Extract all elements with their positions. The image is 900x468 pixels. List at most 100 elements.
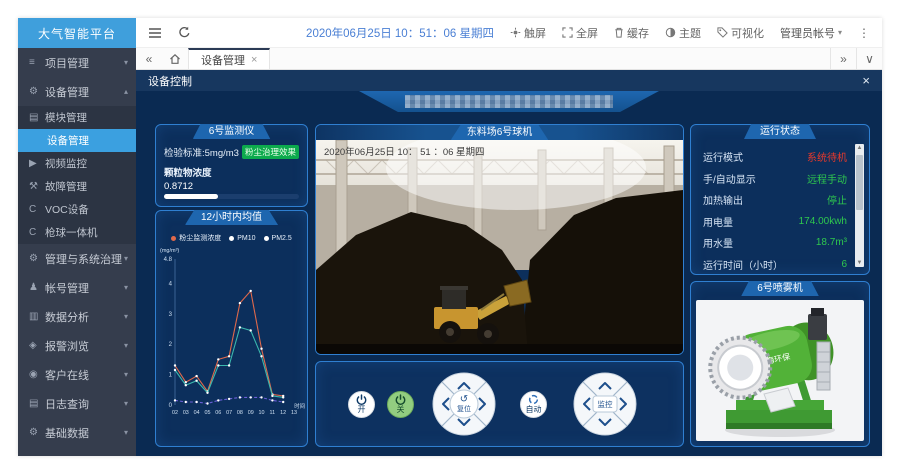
sidebar-item-gun-ball-camera[interactable]: C 枪球一体机 (18, 221, 136, 244)
visualization-button[interactable]: 可视化 (717, 25, 764, 41)
account-name: 管理员帐号 (780, 25, 835, 41)
auto-button[interactable]: 自动 (520, 391, 547, 418)
grid-icon: ▤ (29, 112, 45, 123)
tab-device-mgmt[interactable]: 设备管理 × (188, 48, 270, 69)
home-icon[interactable] (162, 48, 188, 69)
chevron-down-icon: ▾ (124, 428, 128, 437)
more-menu-icon[interactable]: ⋮ (858, 26, 870, 40)
sidebar: 大气智能平台 ≡ 项目管理 ▾ ⚙ 设备管理 ▴ ▤ 模块管理 设备管理 ▶ 视… (18, 18, 136, 456)
legend-dot (229, 236, 234, 241)
sidebar-item-device-mgmt-selected[interactable]: 设备管理 (18, 129, 136, 152)
status-value: 系统待机 (807, 149, 847, 164)
sidebar-item-project-mgmt[interactable]: ≡ 项目管理 ▾ (18, 48, 136, 77)
standard-label: 检验标准:5mg/m3 (164, 145, 239, 159)
touch-screen-button[interactable]: 触屏 (510, 25, 546, 41)
reset-button[interactable]: ↺ 复位 (450, 390, 478, 418)
power-off-button[interactable]: 关 (387, 391, 414, 418)
tabs-back-icon[interactable]: « (136, 48, 162, 69)
cache-button[interactable]: 缓存 (614, 25, 649, 41)
svg-text:04: 04 (194, 410, 200, 416)
chevron-up-icon: ▴ (124, 87, 128, 96)
svg-text:12: 12 (280, 410, 286, 416)
status-row: 运行模式 系统待机 (703, 146, 847, 168)
scroll-down-icon[interactable]: ▼ (855, 259, 864, 267)
status-row: 加热输出 停止 (703, 189, 847, 211)
theme-button[interactable]: 主题 (665, 25, 701, 41)
scrollbar-thumb[interactable] (856, 155, 863, 210)
scroll-up-icon[interactable]: ▲ (855, 144, 864, 152)
page: 大气智能平台 ≡ 项目管理 ▾ ⚙ 设备管理 ▴ ▤ 模块管理 设备管理 ▶ 视… (0, 0, 900, 468)
tabs-collapse-icon[interactable]: ∨ (856, 48, 882, 69)
rotate-ccw-icon: ↺ (460, 395, 468, 405)
sidebar-item-label: 项目管理 (45, 55, 124, 71)
sidebar-item-module-mgmt[interactable]: ▤ 模块管理 (18, 106, 136, 129)
svg-text:4: 4 (169, 281, 173, 287)
censored-title-banner (359, 91, 659, 112)
svg-text:2: 2 (169, 342, 173, 348)
users-icon: ♟ (29, 282, 45, 293)
scrollbar[interactable]: ▲ ▼ (855, 144, 864, 267)
sidebar-item-basic-data[interactable]: ⚙ 基础数据 ▾ (18, 418, 136, 447)
sidebar-item-label: 模块管理 (45, 110, 128, 125)
legend-label: PM10 (237, 235, 255, 242)
sidebar-item-data-analysis[interactable]: ▥ 数据分析 ▾ (18, 302, 136, 331)
close-icon[interactable]: × (862, 73, 870, 88)
status-label: 加热输出 (703, 192, 743, 207)
power-on-button[interactable]: 开 (348, 391, 375, 418)
svg-text:(mg/m³): (mg/m³) (160, 248, 179, 254)
account-menu[interactable]: 管理员帐号 ▾ (780, 25, 842, 41)
cache-label: 缓存 (627, 25, 649, 41)
spray-machine-photo: 蓝海环保 (696, 300, 864, 441)
sidebar-item-label: 帐号管理 (45, 280, 124, 296)
sidebar-submenu: ▤ 模块管理 设备管理 ▶ 视频监控 ⚒ 故障管理 C VOC设备 C 枪球一体… (18, 106, 136, 244)
sidebar-item-label: 基础数据 (45, 425, 124, 441)
sidebar-item-video-monitor[interactable]: ▶ 视频监控 (18, 152, 136, 175)
tab-label: 设备管理 (201, 52, 245, 68)
gear-icon: ⚙ (29, 427, 45, 438)
status-value: 174.00kwh (799, 216, 847, 227)
power-on-label: 开 (358, 406, 366, 414)
sidebar-item-label: 日志查询 (45, 396, 124, 412)
chevron-down-icon: ▾ (124, 312, 128, 321)
datetime-display: 2020年06月25日 10：51：06 星期四 (306, 25, 494, 41)
svg-text:02: 02 (172, 410, 178, 416)
progress-fill (164, 194, 218, 199)
sidebar-item-voc-device[interactable]: C VOC设备 (18, 198, 136, 221)
visualization-label: 可视化 (731, 25, 764, 41)
sidebar-item-customer-online[interactable]: ◉ 客户在线 ▾ (18, 360, 136, 389)
tab-close-icon[interactable]: × (251, 54, 257, 66)
tabs-forward-icon[interactable]: » (830, 48, 856, 69)
svg-text:07: 07 (226, 410, 232, 416)
sidebar-item-system-governance[interactable]: ⚙ 管理与系统治理 ▾ (18, 244, 136, 273)
sidebar-item-alarm-browse[interactable]: ◈ 报警浏览 ▾ (18, 331, 136, 360)
sidebar-item-fault-mgmt[interactable]: ⚒ 故障管理 (18, 175, 136, 198)
status-row: 用水量 18.7m³ (703, 232, 847, 254)
svg-text:3: 3 (169, 312, 173, 318)
legend-dot (171, 236, 176, 241)
status-label: 用电量 (703, 214, 733, 229)
chart-legend: 粉尘监测浓度 PM10 PM2.5 (156, 233, 307, 243)
auto-cycle-icon (528, 394, 539, 405)
refresh-icon[interactable] (178, 26, 191, 39)
chevron-down-icon: ▾ (124, 283, 128, 292)
monitor-label: 监控 (598, 401, 613, 409)
chevron-down-icon: ▾ (124, 370, 128, 379)
fullscreen-button[interactable]: 全屏 (562, 25, 598, 41)
sidebar-item-label: VOC设备 (45, 202, 128, 217)
globe-icon: ◉ (29, 369, 45, 380)
sidebar-item-account-mgmt[interactable]: ♟ 帐号管理 ▾ (18, 273, 136, 302)
sidebar-toggle-icon[interactable] (148, 27, 162, 39)
video-feed[interactable]: 2020年06月25日 10： 51 ：06 星期四 (316, 140, 683, 354)
chevron-down-icon: ▾ (124, 58, 128, 67)
control-panel: 开 关 ↺ 复位 (315, 361, 684, 447)
ptz-dpad-monitor: 监控 (573, 372, 637, 436)
monitor-button[interactable]: 监控 (591, 390, 619, 418)
theme-label: 主题 (679, 25, 701, 41)
top-toolbar: 2020年06月25日 10：51：06 星期四 触屏 全屏 缓存 主题 可视化 (136, 18, 882, 48)
sidebar-item-label: 设备管理 (45, 84, 124, 100)
svg-text:时间: 时间 (294, 402, 305, 410)
reset-label: 复位 (457, 406, 471, 413)
sidebar-item-device-mgmt[interactable]: ⚙ 设备管理 ▴ (18, 77, 136, 106)
sidebar-item-log-query[interactable]: ▤ 日志查询 ▾ (18, 389, 136, 418)
fullscreen-label: 全屏 (576, 25, 598, 41)
